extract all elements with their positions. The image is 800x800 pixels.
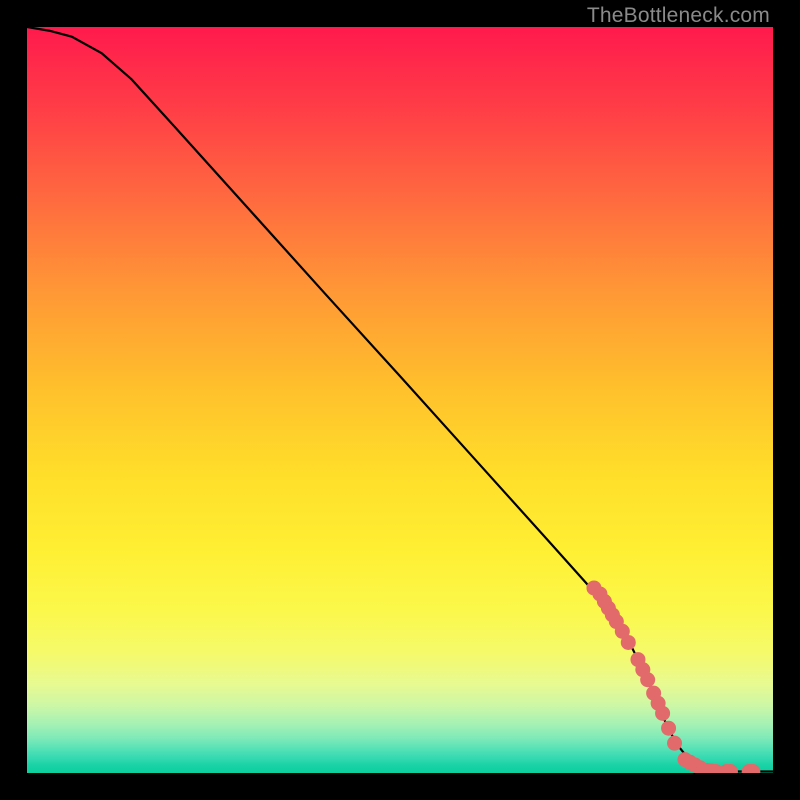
data-point	[621, 635, 636, 650]
data-point	[640, 672, 655, 687]
plot-area	[27, 27, 773, 773]
chart-frame: TheBottleneck.com	[0, 0, 800, 800]
bottleneck-curve	[27, 27, 773, 772]
data-point	[667, 736, 682, 751]
data-point	[655, 706, 670, 721]
data-markers	[586, 580, 760, 773]
chart-svg	[27, 27, 773, 773]
data-point	[661, 721, 676, 736]
watermark-text: TheBottleneck.com	[587, 4, 770, 28]
